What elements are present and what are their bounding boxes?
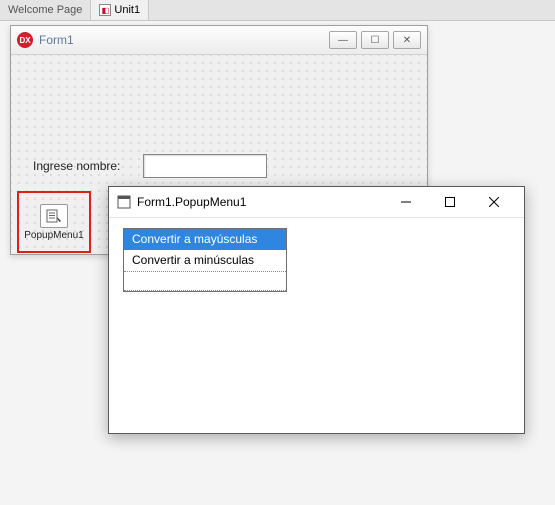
maximize-icon: ☐ <box>371 35 380 46</box>
tab-unit1-label: Unit1 <box>114 4 140 16</box>
popupmenu-icon <box>40 204 68 228</box>
tab-welcome-page[interactable]: Welcome Page <box>0 0 91 20</box>
menu-item-new-placeholder[interactable] <box>124 271 286 291</box>
form1-titlebar: DX Form1 — ☐ ✕ <box>11 26 427 55</box>
tab-unit1[interactable]: ◧ Unit1 <box>91 0 149 20</box>
editor-minimize-button[interactable] <box>384 188 428 216</box>
form-glyph-icon: ◧ <box>99 4 111 16</box>
minimize-icon: — <box>338 35 348 46</box>
editor-app-icon <box>117 195 131 209</box>
editor-maximize-button[interactable] <box>428 188 472 216</box>
menu-item-0[interactable]: Convertir a mayúsculas <box>124 229 286 250</box>
editor-client-area: Convertir a mayúsculas Convertir a minús… <box>109 218 524 302</box>
ide-stage: Welcome Page ◧ Unit1 DX Form1 — ☐ ✕ Ingr… <box>0 0 555 505</box>
popupmenu-editor-window[interactable]: Form1.PopupMenu1 Convertir a mayúsculas … <box>108 186 525 434</box>
tab-welcome-label: Welcome Page <box>8 4 82 16</box>
menu-items-list[interactable]: Convertir a mayúsculas Convertir a minús… <box>123 228 287 292</box>
form1-caption: Form1 <box>39 33 329 47</box>
menu-item-1[interactable]: Convertir a minúsculas <box>124 250 286 271</box>
label-ingrese-nombre[interactable]: Ingrese nombre: <box>33 159 120 173</box>
close-icon <box>489 197 499 207</box>
editor-window-controls <box>384 188 516 216</box>
maximize-icon <box>445 197 455 207</box>
form1-close-button[interactable]: ✕ <box>393 31 421 49</box>
document-tabstrip: Welcome Page ◧ Unit1 <box>0 0 555 21</box>
app-dx-icon: DX <box>17 32 33 48</box>
component-popupmenu1[interactable]: PopupMenu1 <box>17 191 91 253</box>
editor-titlebar[interactable]: Form1.PopupMenu1 <box>109 187 524 218</box>
editor-close-button[interactable] <box>472 188 516 216</box>
minimize-icon <box>401 197 411 207</box>
form1-maximize-button[interactable]: ☐ <box>361 31 389 49</box>
form1-minimize-button[interactable]: — <box>329 31 357 49</box>
edit-nombre[interactable] <box>143 154 267 178</box>
component-popupmenu1-caption: PopupMenu1 <box>24 230 84 241</box>
editor-title-text: Form1.PopupMenu1 <box>137 195 384 209</box>
form1-window-controls: — ☐ ✕ <box>329 31 421 49</box>
close-icon: ✕ <box>403 35 411 46</box>
